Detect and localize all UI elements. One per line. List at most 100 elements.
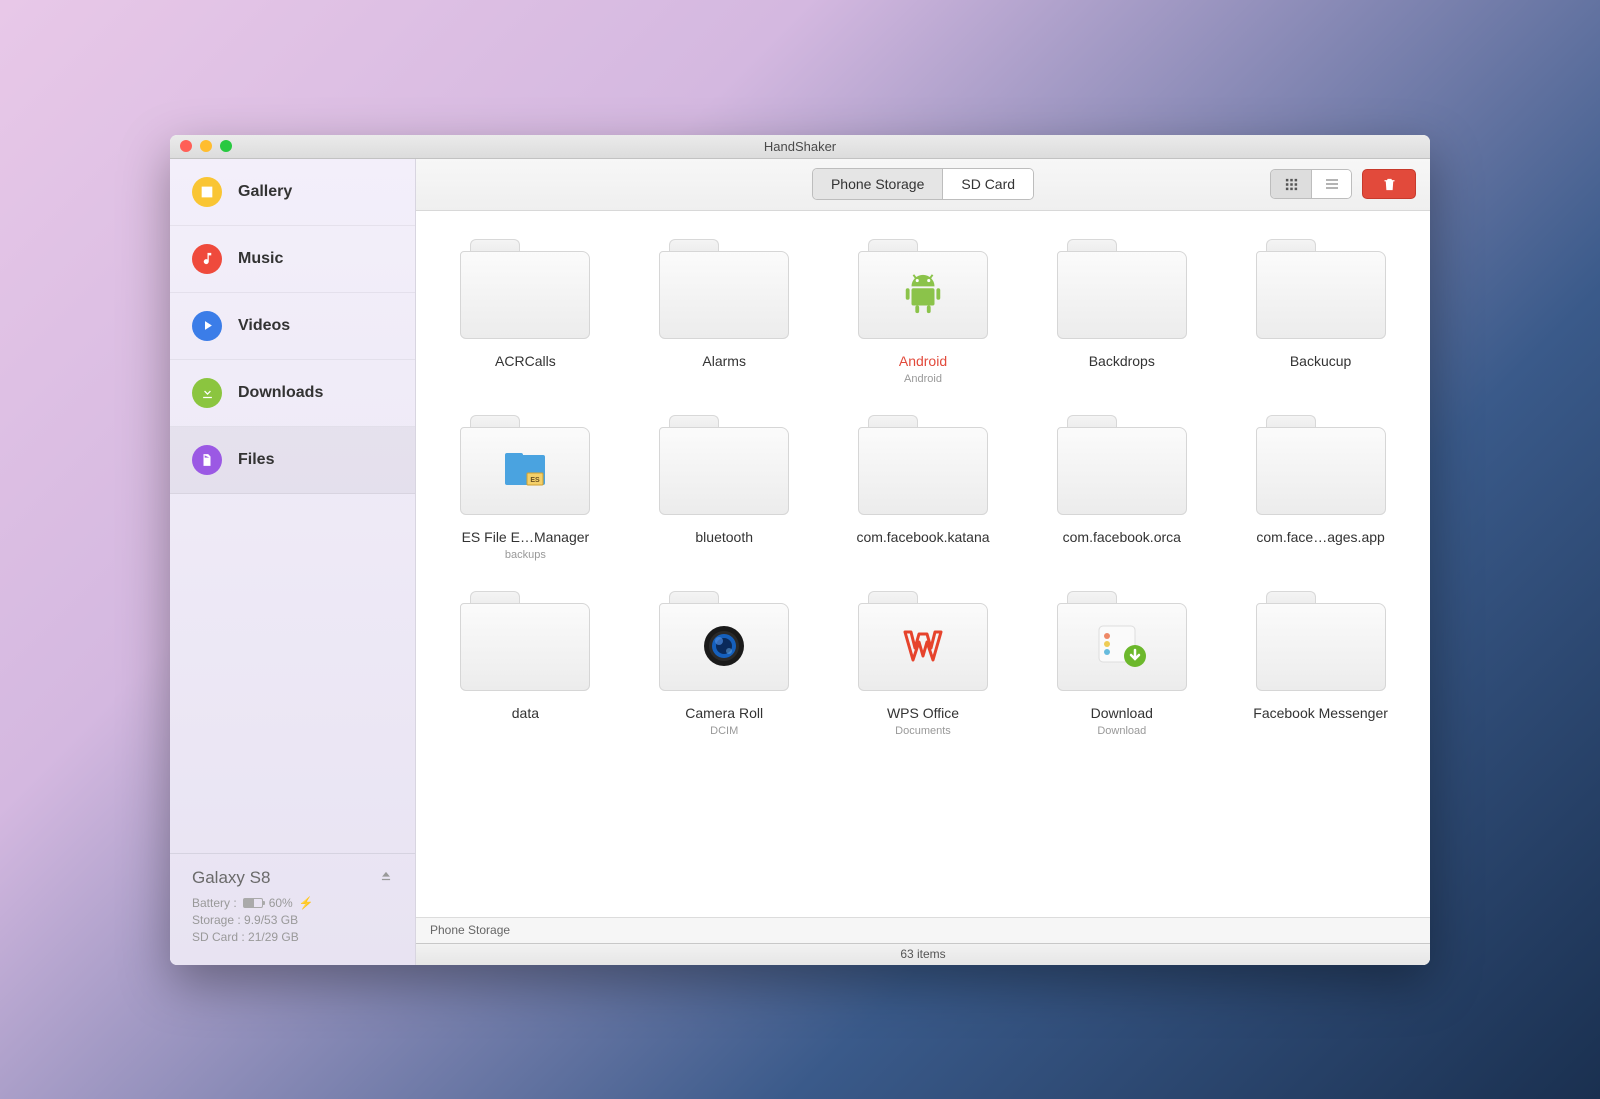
folder-name: com.facebook.katana — [856, 529, 989, 545]
eject-icon[interactable] — [379, 869, 393, 886]
folder-item[interactable]: bluetooth — [625, 415, 824, 561]
folder-icon — [858, 415, 988, 515]
sidebar-item-label: Files — [238, 451, 274, 469]
folder-icon — [460, 239, 590, 339]
folder-item[interactable]: data — [426, 591, 625, 737]
folder-icon — [858, 591, 988, 691]
toolbar: Phone StorageSD Card — [416, 159, 1430, 211]
folder-item[interactable]: com.face…ages.app — [1221, 415, 1420, 561]
wps-icon — [901, 624, 945, 668]
sidebar-item-label: Videos — [238, 317, 290, 335]
folder-name: bluetooth — [695, 529, 753, 545]
camera-icon — [701, 623, 747, 669]
folder-name: Camera Roll — [685, 705, 763, 721]
folder-item[interactable]: com.facebook.katana — [824, 415, 1023, 561]
folder-subname: Documents — [895, 725, 951, 737]
file-grid-scroll[interactable]: ACRCalls Alarms Android Android Backdrop… — [416, 211, 1430, 917]
download-icon — [192, 378, 222, 408]
folder-item[interactable]: Facebook Messenger — [1221, 591, 1420, 737]
folder-name: Facebook Messenger — [1253, 705, 1388, 721]
device-panel: Galaxy S8 Battery : 60% ⚡ Storage : 9.9/… — [170, 853, 415, 965]
folder-item[interactable]: Download Download — [1022, 591, 1221, 737]
window-title: HandShaker — [170, 139, 1430, 154]
status-bar: 63 items — [416, 943, 1430, 965]
folder-subname: backups — [505, 549, 546, 561]
folder-item[interactable]: Alarms — [625, 239, 824, 385]
folder-icon — [1057, 591, 1187, 691]
titlebar: HandShaker — [170, 135, 1430, 159]
folder-icon — [659, 239, 789, 339]
svg-text:ES: ES — [531, 477, 541, 484]
list-view-button[interactable] — [1311, 170, 1351, 198]
folder-name: Alarms — [702, 353, 746, 369]
storage-tab-phone-storage[interactable]: Phone Storage — [813, 169, 942, 199]
view-mode-switch — [1270, 169, 1352, 199]
android-icon — [900, 271, 946, 317]
folder-item[interactable]: Android Android — [824, 239, 1023, 385]
folder-icon — [460, 591, 590, 691]
path-bar: Phone Storage — [416, 917, 1430, 943]
folder-icon — [1256, 415, 1386, 515]
esfile-icon: ES — [501, 449, 549, 491]
grid-view-button[interactable] — [1271, 170, 1311, 198]
delete-button[interactable] — [1362, 169, 1416, 199]
music-icon — [192, 244, 222, 274]
folder-icon — [1057, 415, 1187, 515]
folder-icon — [858, 239, 988, 339]
sidebar-item-label: Music — [238, 250, 283, 268]
folder-name: com.face…ages.app — [1256, 529, 1384, 545]
folder-icon — [1256, 239, 1386, 339]
app-window: HandShaker Gallery Music Videos Downloads Fi… — [170, 135, 1430, 965]
download-icon — [1097, 624, 1147, 668]
zoom-window-button[interactable] — [220, 140, 232, 152]
folder-icon: ES — [460, 415, 590, 515]
storage-tab-sd-card[interactable]: SD Card — [942, 169, 1033, 199]
folder-name: data — [512, 705, 539, 721]
sidebar: Gallery Music Videos Downloads Files Galaxy … — [170, 159, 416, 965]
folder-item[interactable]: com.facebook.orca — [1022, 415, 1221, 561]
folder-subname: Download — [1097, 725, 1146, 737]
charging-icon: ⚡ — [299, 896, 314, 910]
sidebar-item-label: Downloads — [238, 384, 323, 402]
folder-name: WPS Office — [887, 705, 959, 721]
folder-name: ACRCalls — [495, 353, 556, 369]
path-text: Phone Storage — [430, 923, 510, 937]
folder-name: Download — [1091, 705, 1153, 721]
sidebar-item-music[interactable]: Music — [170, 226, 415, 293]
sidebar-item-downloads[interactable]: Downloads — [170, 360, 415, 427]
video-icon — [192, 311, 222, 341]
traffic-lights — [180, 140, 232, 152]
window-body: Gallery Music Videos Downloads Files Galaxy … — [170, 159, 1430, 965]
folder-subname: Android — [904, 373, 942, 385]
folder-name: com.facebook.orca — [1063, 529, 1181, 545]
folder-icon — [1256, 591, 1386, 691]
files-icon — [192, 445, 222, 475]
sidebar-item-videos[interactable]: Videos — [170, 293, 415, 360]
folder-item[interactable]: Camera Roll DCIM — [625, 591, 824, 737]
folder-item[interactable]: WPS Office Documents — [824, 591, 1023, 737]
battery-line: Battery : 60% ⚡ — [192, 896, 393, 910]
device-name: Galaxy S8 — [192, 868, 270, 888]
main-panel: Phone StorageSD Card — [416, 159, 1430, 965]
folder-name: Backdrops — [1089, 353, 1155, 369]
close-window-button[interactable] — [180, 140, 192, 152]
minimize-window-button[interactable] — [200, 140, 212, 152]
sidebar-item-files[interactable]: Files — [170, 427, 415, 494]
folder-name: ES File E…Manager — [462, 529, 590, 545]
folder-icon — [659, 591, 789, 691]
sidebar-item-label: Gallery — [238, 183, 292, 201]
folder-subname: DCIM — [710, 725, 738, 737]
storage-line: Storage : 9.9/53 GB — [192, 913, 393, 927]
folder-item[interactable]: Backdrops — [1022, 239, 1221, 385]
folder-item[interactable]: Backucup — [1221, 239, 1420, 385]
folder-name: Backucup — [1290, 353, 1351, 369]
folder-icon — [659, 415, 789, 515]
folder-item[interactable]: ACRCalls — [426, 239, 625, 385]
folder-name: Android — [899, 353, 947, 369]
folder-item[interactable]: ES ES File E…Manager backups — [426, 415, 625, 561]
battery-icon — [243, 898, 263, 908]
storage-tabs: Phone StorageSD Card — [812, 168, 1034, 200]
sidebar-nav: Gallery Music Videos Downloads Files — [170, 159, 415, 853]
sidebar-item-gallery[interactable]: Gallery — [170, 159, 415, 226]
file-grid: ACRCalls Alarms Android Android Backdrop… — [426, 239, 1420, 737]
